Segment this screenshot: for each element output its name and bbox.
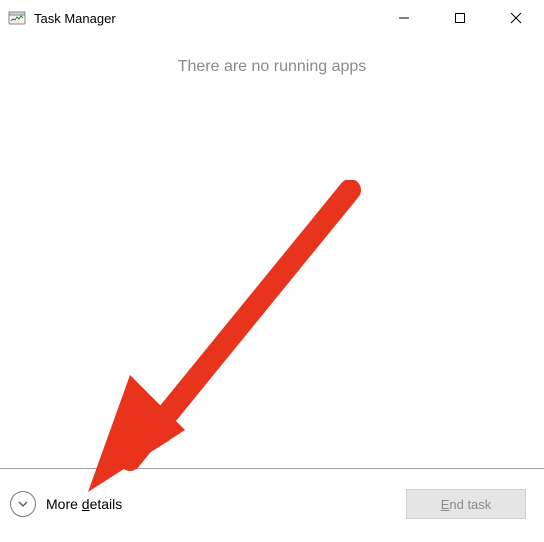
window-title: Task Manager	[34, 11, 376, 26]
empty-message: There are no running apps	[0, 58, 544, 76]
footer: More details End task	[0, 469, 544, 539]
end-task-button[interactable]: End task	[406, 489, 526, 519]
more-details-label: More details	[46, 496, 122, 512]
titlebar: Task Manager	[0, 0, 544, 36]
maximize-button[interactable]	[432, 0, 488, 36]
task-manager-icon	[8, 9, 26, 27]
chevron-down-icon	[10, 491, 36, 517]
content-area: There are no running apps	[0, 36, 544, 468]
minimize-button[interactable]	[376, 0, 432, 36]
more-details-button[interactable]: More details	[10, 491, 122, 517]
close-button[interactable]	[488, 0, 544, 36]
titlebar-buttons	[376, 0, 544, 36]
